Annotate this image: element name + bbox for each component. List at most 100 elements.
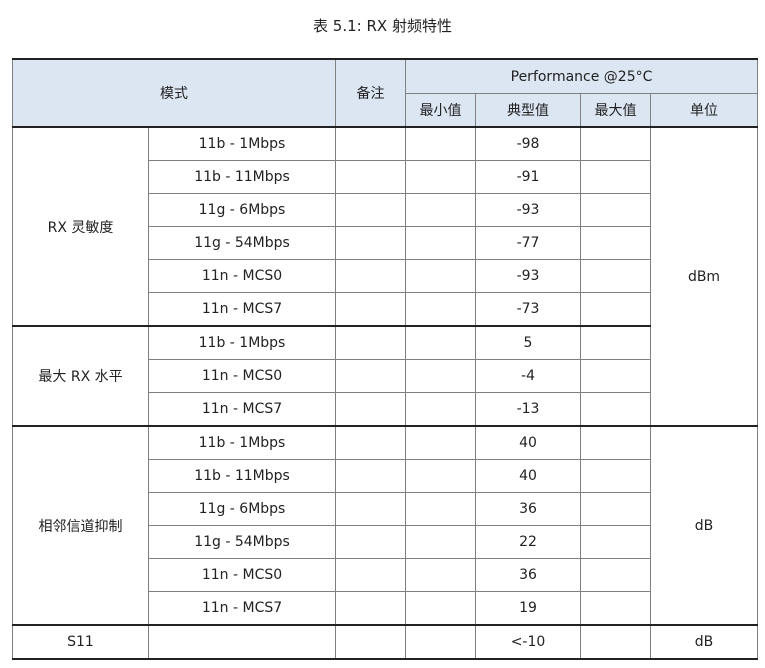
rx-rf-characteristics-table: 模式 备注 Performance @25°C 最小值 典型值 最大值 单位 R…: [12, 58, 759, 660]
typ-cell: -98: [475, 126, 581, 161]
remark-cell: [335, 392, 406, 427]
min-cell: [405, 259, 476, 293]
table-row: 相邻信道抑制 11b - 1Mbps 40 dB: [12, 425, 759, 626]
typ-cell: -93: [475, 193, 581, 227]
remark-cell: [335, 160, 406, 194]
typ-cell: -13: [475, 392, 581, 427]
unit-cell: dBm: [649, 126, 759, 427]
min-cell: [405, 160, 476, 194]
table-header: 模式 备注 Performance @25°C 最小值 典型值 最大值 单位: [12, 58, 759, 128]
remark-cell: [335, 292, 406, 327]
table-row: 最大 RX 水平 11b - 1Mbps 5: [12, 325, 758, 427]
mode-cell: 11b - 1Mbps: [148, 126, 336, 161]
max-cell: [580, 392, 651, 427]
mode-cell: 11g - 6Mbps: [148, 492, 336, 526]
min-cell: [405, 392, 476, 427]
remark-cell: [335, 591, 406, 626]
header-min: 最小值: [405, 93, 476, 128]
typ-cell: 22: [475, 525, 581, 559]
typ-cell: -4: [475, 359, 581, 393]
header-max: 最大值: [580, 93, 651, 128]
header-typ: 典型值: [475, 93, 581, 128]
unit-cell: dB: [649, 624, 759, 660]
min-cell: [405, 558, 476, 592]
max-cell: [580, 126, 651, 161]
mode-cell: 11n - MCS7: [148, 591, 336, 626]
typ-cell: 40: [475, 425, 581, 460]
remark-cell: [335, 459, 406, 493]
table-caption: 表 5.1: RX 射频特性: [313, 17, 452, 35]
max-cell: [580, 459, 651, 493]
mode-cell: 11b - 1Mbps: [148, 325, 336, 360]
header-performance: Performance @25°C: [404, 58, 759, 94]
mode-cell: 11n - MCS7: [148, 292, 336, 327]
max-cell: [580, 558, 651, 592]
group-label-rx-sensitivity: RX 灵敏度: [12, 126, 149, 327]
min-cell: [405, 126, 476, 161]
remark-cell: [335, 193, 406, 227]
mode-cell: 11b - 11Mbps: [148, 160, 336, 194]
max-cell: [580, 259, 651, 293]
typ-cell: 5: [475, 325, 581, 360]
header-mode: 模式: [12, 58, 336, 128]
mode-cell: 11g - 6Mbps: [148, 193, 336, 227]
remark-cell: [335, 558, 406, 592]
mode-cell: [148, 624, 336, 660]
mode-cell: 11b - 1Mbps: [148, 425, 336, 460]
max-cell: [580, 624, 651, 660]
max-cell: [580, 591, 651, 626]
remark-cell: [335, 259, 406, 293]
min-cell: [405, 425, 476, 460]
mode-cell: 11n - MCS0: [148, 359, 336, 393]
min-cell: [405, 591, 476, 626]
mode-cell: 11g - 54Mbps: [148, 525, 336, 559]
max-cell: [580, 492, 651, 526]
group-label-max-rx-level: 最大 RX 水平: [12, 325, 149, 427]
group-label-s11: S11: [12, 624, 149, 660]
min-cell: [405, 292, 476, 327]
typ-cell: 36: [475, 558, 581, 592]
mode-cell: 11n - MCS0: [148, 558, 336, 592]
min-cell: [405, 459, 476, 493]
min-cell: [405, 525, 476, 559]
typ-cell: 40: [475, 459, 581, 493]
max-cell: [580, 160, 651, 194]
remark-cell: [335, 425, 406, 460]
header-unit: 单位: [649, 93, 759, 128]
remark-cell: [335, 126, 406, 161]
min-cell: [405, 193, 476, 227]
typ-cell: 19: [475, 591, 581, 626]
remark-cell: [335, 325, 406, 360]
mode-cell: 11n - MCS7: [148, 392, 336, 427]
max-cell: [580, 292, 651, 327]
mode-cell: 11n - MCS0: [148, 259, 336, 293]
mode-cell: 11g - 54Mbps: [148, 226, 336, 260]
min-cell: [405, 492, 476, 526]
min-cell: [405, 624, 476, 660]
typ-cell: <-10: [475, 624, 581, 660]
remark-cell: [335, 492, 406, 526]
group-label-adjacent-channel-rejection: 相邻信道抑制: [12, 425, 149, 626]
max-cell: [580, 525, 651, 559]
table-row: RX 灵敏度 11b - 1Mbps -98 dBm: [12, 126, 759, 427]
max-cell: [580, 193, 651, 227]
header-remark: 备注: [335, 58, 406, 128]
max-cell: [580, 359, 651, 393]
unit-cell: dB: [649, 425, 759, 626]
table-row: S11 <-10 dB: [12, 624, 759, 660]
max-cell: [580, 425, 651, 460]
remark-cell: [335, 226, 406, 260]
remark-cell: [335, 359, 406, 393]
remark-cell: [335, 624, 406, 660]
mode-cell: 11b - 11Mbps: [148, 459, 336, 493]
typ-cell: -77: [475, 226, 581, 260]
min-cell: [405, 226, 476, 260]
typ-cell: -91: [475, 160, 581, 194]
remark-cell: [335, 525, 406, 559]
typ-cell: 36: [475, 492, 581, 526]
typ-cell: -93: [475, 259, 581, 293]
max-cell: [580, 226, 651, 260]
typ-cell: -73: [475, 292, 581, 327]
max-cell: [580, 325, 651, 360]
min-cell: [405, 325, 476, 360]
